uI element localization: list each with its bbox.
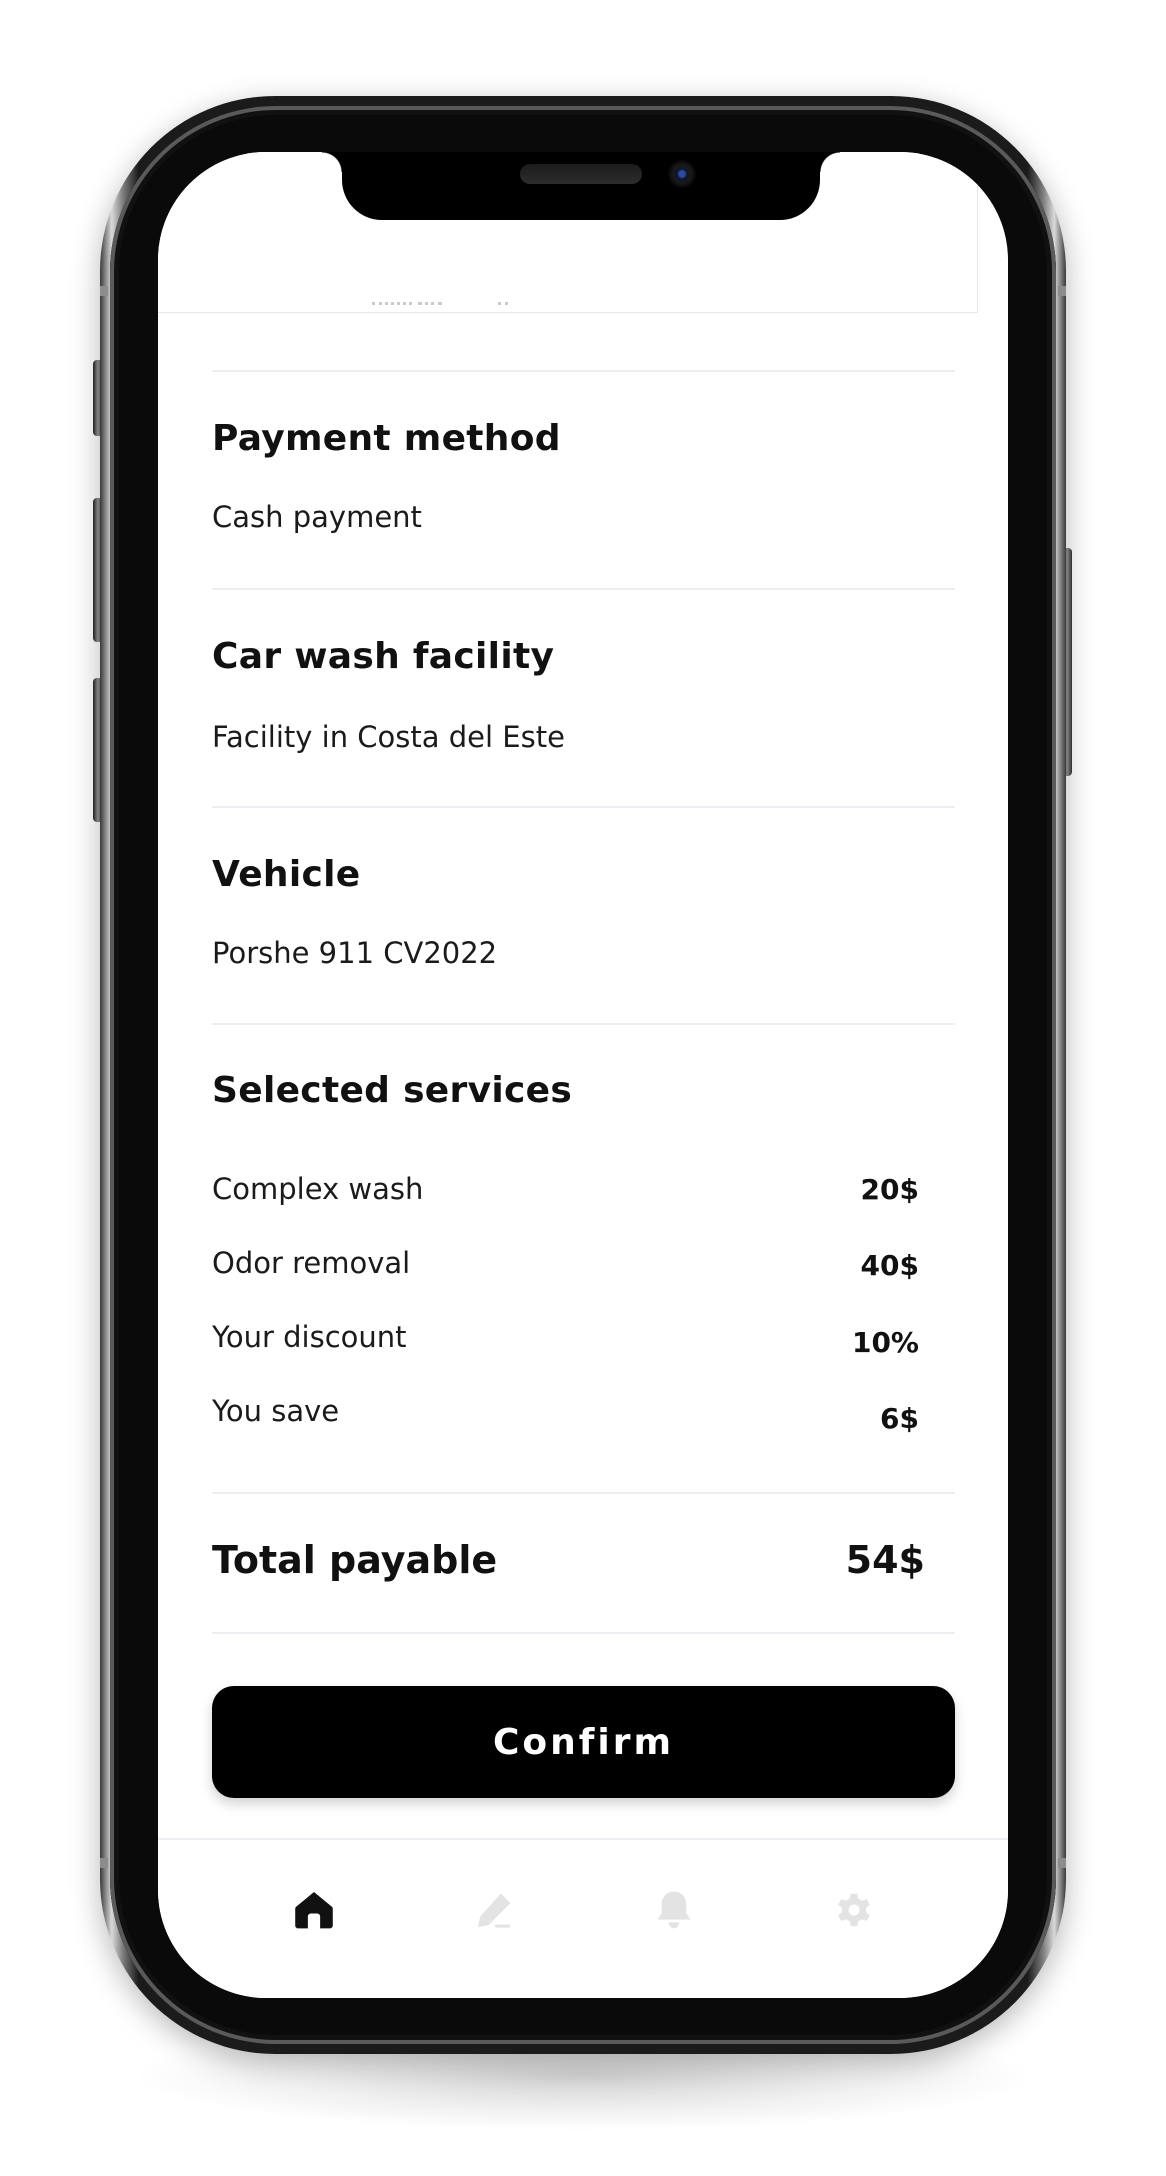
service-name: Odor removal (212, 1246, 411, 1280)
front-camera (668, 160, 696, 188)
divider (212, 588, 955, 590)
vehicle-title: Vehicle (212, 854, 361, 895)
antenna-band (1058, 1858, 1066, 1868)
tab-home[interactable] (284, 1880, 344, 1940)
service-price: 20$ (860, 1173, 919, 1206)
total-payable-value: 54$ (845, 1538, 925, 1582)
savings-label: You save (212, 1394, 340, 1428)
clipped-text (372, 298, 412, 305)
divider (212, 1023, 955, 1025)
earpiece-speaker (520, 164, 642, 184)
antenna-band (100, 286, 108, 296)
divider (212, 370, 955, 372)
payment-method-title: Payment method (212, 418, 561, 459)
service-name: Complex wash (212, 1172, 424, 1206)
antenna-band (100, 1858, 108, 1868)
home-icon (295, 1891, 333, 1929)
divider (212, 1632, 955, 1634)
antenna-band (1058, 286, 1066, 296)
service-price: 40$ (860, 1249, 919, 1282)
bell-icon (657, 1891, 691, 1929)
total-payable-label: Total payable (212, 1538, 498, 1582)
vehicle-value[interactable]: Porshe 911 CV2022 (212, 936, 497, 970)
clipped-text (498, 298, 508, 305)
notch (322, 152, 840, 220)
edit-icon (477, 1893, 511, 1928)
car-wash-facility-title: Car wash facility (212, 636, 555, 677)
discount-label: Your discount (212, 1320, 407, 1354)
gear-icon (838, 1893, 870, 1927)
savings-value: 6$ (880, 1402, 919, 1435)
payment-method-value[interactable]: Cash payment (212, 500, 422, 534)
tab-notifications[interactable] (644, 1880, 704, 1940)
selected-services-title: Selected services (212, 1070, 573, 1111)
discount-value: 10% (851, 1326, 919, 1359)
tab-edit[interactable] (464, 1880, 524, 1940)
divider (212, 806, 955, 808)
clipped-text (418, 298, 442, 305)
tab-settings[interactable] (824, 1880, 884, 1940)
car-wash-facility-value[interactable]: Facility in Costa del Este (212, 720, 565, 754)
confirm-button[interactable]: Confirm (212, 1686, 955, 1798)
bottom-tab-bar (158, 1838, 1008, 1998)
phone-screen: Payment method Cash payment Car wash fac… (158, 152, 1008, 1998)
divider (212, 1492, 955, 1494)
